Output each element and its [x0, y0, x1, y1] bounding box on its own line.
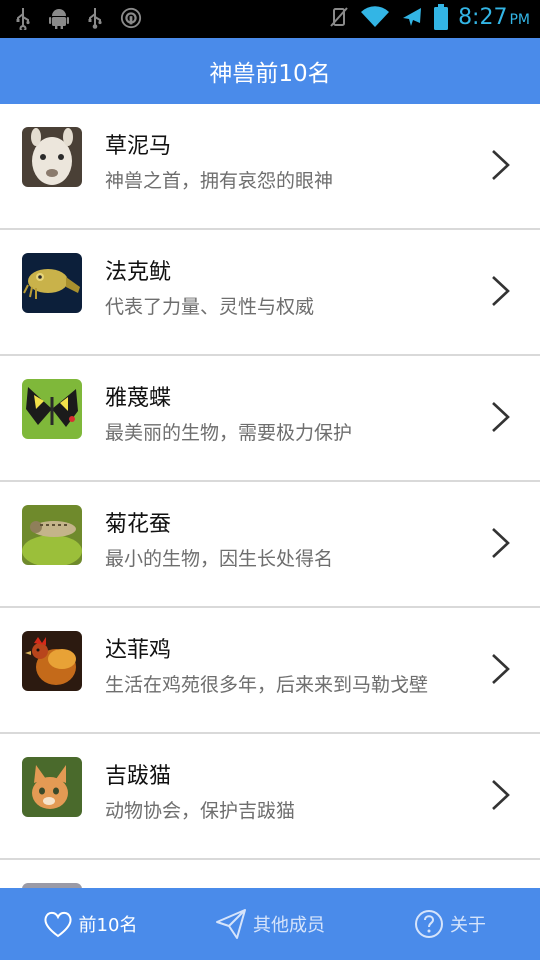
- chevron-right-icon: [492, 654, 510, 684]
- tab-label: 关于: [450, 915, 486, 936]
- item-title: 菊花蚕: [105, 512, 172, 537]
- rooster-thumbnail: [22, 631, 82, 691]
- notification-icons: [12, 6, 142, 30]
- chevron-right-icon: [492, 780, 510, 810]
- caterpillar-thumbnail: [22, 505, 82, 565]
- list-item[interactable]: 吉跋猫 动物协会，保护吉跋猫: [0, 734, 540, 860]
- item-subtitle: 动物协会，保护吉跋猫: [105, 800, 296, 822]
- usb-icon: [16, 8, 30, 30]
- item-subtitle: 生活在鸡苑很多年，后来来到马勒戈壁: [105, 674, 429, 696]
- page-title: 神兽前10名: [209, 61, 331, 87]
- tab-top10[interactable]: 前10名: [0, 888, 180, 960]
- item-subtitle: 神兽之首，拥有哀怨的眼神: [105, 170, 334, 192]
- question-circle-icon: [415, 910, 443, 938]
- bottom-tab-bar: 前10名 其他成员 关于: [0, 888, 540, 960]
- item-subtitle: 最小的生物，因生长处得名: [105, 548, 334, 570]
- tab-label: 其他成员: [253, 915, 325, 936]
- item-subtitle: 代表了力量、灵性与权威: [105, 296, 315, 318]
- item-title: 法克鱿: [105, 260, 172, 285]
- butterfly-thumbnail: [22, 379, 82, 439]
- list-item[interactable]: 草泥马 神兽之首，拥有哀怨的眼神: [0, 104, 540, 230]
- item-title: 吉跋猫: [105, 764, 172, 789]
- list-item[interactable]: 法克鱿 代表了力量、灵性与权威: [0, 230, 540, 356]
- heart-icon: [44, 911, 72, 938]
- beast-list[interactable]: 草泥马 神兽之首，拥有哀怨的眼神 法克鱿 代表了力量、灵性与权威 雅蔑蝶 最美丽…: [0, 104, 540, 888]
- list-item[interactable]: 雅蔑蝶 最美丽的生物，需要极力保护: [0, 356, 540, 482]
- tab-other-members[interactable]: 其他成员: [180, 888, 360, 960]
- item-title: 雅蔑蝶: [105, 386, 172, 411]
- kitten-thumbnail: [22, 757, 82, 817]
- alpaca-thumbnail: [22, 127, 82, 187]
- tab-about[interactable]: 关于: [360, 888, 540, 960]
- chevron-right-icon: [492, 276, 510, 306]
- list-item-partial[interactable]: [0, 860, 540, 888]
- sync-icon: [120, 7, 142, 29]
- android-icon: [49, 9, 69, 29]
- status-bar: 8:27 PM: [0, 0, 540, 38]
- list-item[interactable]: 达菲鸡 生活在鸡苑很多年，后来来到马勒戈壁: [0, 608, 540, 734]
- vibrate-off-icon: [330, 7, 348, 27]
- chevron-right-icon: [492, 150, 510, 180]
- clock: 8:27 PM: [458, 4, 530, 30]
- usb-icon: [88, 8, 102, 29]
- item-subtitle: 最美丽的生物，需要极力保护: [105, 422, 353, 444]
- system-status-icons: 8:27 PM: [328, 4, 530, 30]
- item-title: 草泥马: [105, 134, 172, 159]
- wifi-icon: [361, 6, 390, 28]
- paper-plane-icon: [216, 909, 246, 939]
- battery-icon: [434, 4, 449, 30]
- chevron-right-icon: [492, 402, 510, 432]
- tab-label: 前10名: [78, 915, 138, 936]
- chevron-right-icon: [492, 528, 510, 558]
- list-item[interactable]: 菊花蚕 最小的生物，因生长处得名: [0, 482, 540, 608]
- cuttlefish-thumbnail: [22, 253, 82, 313]
- item-title: 达菲鸡: [105, 638, 172, 663]
- airplane-icon: [403, 8, 422, 26]
- app-title-bar: 神兽前10名: [0, 38, 540, 104]
